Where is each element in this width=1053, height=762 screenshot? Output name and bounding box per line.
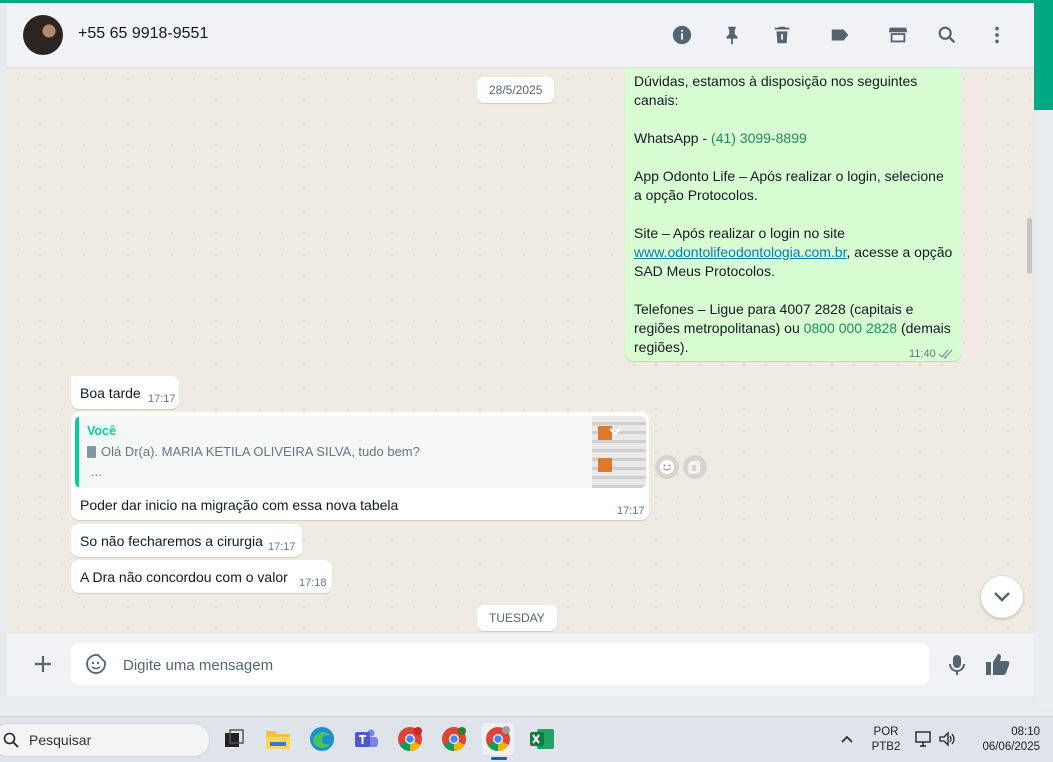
avatar[interactable] [23, 15, 63, 55]
attach-plus-icon[interactable] [31, 652, 55, 676]
search-icon [3, 732, 19, 748]
phone-link[interactable]: 0800 000 2828 [804, 320, 897, 336]
incoming-reply-message[interactable]: Você Olá Dr(a). MARIA KETILA OLIVEIRA SI… [71, 412, 649, 520]
phone-link[interactable]: (41) 3099-8899 [711, 130, 807, 146]
search-label: Pesquisar [29, 732, 92, 748]
forward-icon[interactable] [683, 455, 707, 479]
side-panel-edge [1034, 110, 1053, 710]
active-app-indicator [491, 757, 507, 760]
message-text: So não fecharemos a cirurgia [80, 533, 263, 549]
teams-icon[interactable] [350, 723, 382, 755]
chat-header: +55 65 9918-9551 [7, 3, 1034, 68]
chrome-icon[interactable] [438, 723, 470, 755]
message-list[interactable]: 28/5/2025 Dúvidas, estamos à disposição … [7, 68, 1034, 634]
taskbar-search[interactable]: Pesquisar [0, 723, 210, 757]
clock[interactable]: 08:10 06/06/2025 [968, 725, 1040, 755]
chevron-down-icon[interactable] [608, 424, 622, 440]
delete-icon[interactable] [770, 23, 794, 47]
message-text: A Dra não concordou com o valor [80, 569, 288, 585]
quote-bar [75, 416, 79, 488]
quote-author: Você [87, 424, 116, 438]
sticker-icon[interactable] [85, 653, 107, 675]
message-input-box[interactable] [71, 643, 929, 685]
contact-name[interactable]: +55 65 9918-9551 [78, 25, 208, 43]
document-icon [87, 445, 96, 458]
date-divider: 28/5/2025 [477, 77, 555, 103]
double-check-icon [938, 349, 953, 359]
side-accent-strip [1034, 3, 1053, 110]
message-time: 11:40 [909, 348, 936, 360]
search-icon[interactable] [935, 23, 959, 47]
message-text: Boa tarde [80, 385, 141, 401]
scroll-to-bottom-button[interactable] [981, 576, 1023, 618]
thumbs-up-icon[interactable] [985, 652, 1011, 681]
scrollbar-thumb[interactable] [1027, 218, 1032, 274]
whatsapp-chat-window: +55 65 9918-9551 28/5/2025 Dúvidas, esta… [7, 3, 1034, 696]
site-link[interactable]: www.odontolifeodontologia.com.br [634, 244, 846, 260]
date-divider: TUESDAY [477, 605, 557, 631]
task-view-icon[interactable] [218, 723, 250, 755]
menu-icon[interactable] [985, 23, 1009, 47]
message-time: 17:17 [148, 393, 176, 405]
quoted-message[interactable]: Você Olá Dr(a). MARIA KETILA OLIVEIRA SI… [75, 416, 646, 488]
message-text: Dúvidas, estamos à disposição nos seguin… [634, 73, 953, 355]
message-text: Poder dar inicio na migração com essa no… [80, 497, 399, 513]
message-time: 17:17 [268, 541, 296, 553]
outgoing-message[interactable]: Dúvidas, estamos à disposição nos seguin… [625, 68, 961, 361]
chevron-down-icon [994, 592, 1010, 602]
chrome-icon[interactable] [482, 723, 514, 755]
message-time: 17:18 [299, 577, 327, 589]
language-indicator[interactable]: POR PTB2 [868, 725, 904, 755]
excel-icon[interactable] [526, 723, 558, 755]
edge-icon[interactable] [306, 723, 338, 755]
incoming-message[interactable]: A Dra não concordou com o valor 17:18 [71, 560, 332, 593]
chat-scrollbar[interactable] [1025, 68, 1034, 634]
quote-text: Olá Dr(a). MARIA KETILA OLIVEIRA SILVA, … [87, 444, 420, 459]
volume-icon[interactable] [938, 730, 956, 753]
windows-taskbar: Pesquisar POR PTB2 08:10 06/06/2025 [0, 716, 1053, 762]
quote-ellipsis: ... [91, 464, 102, 479]
emoji-react-icon[interactable] [655, 455, 679, 479]
chevron-up-icon[interactable] [840, 731, 854, 749]
message-time: 17:17 [617, 505, 645, 517]
network-icon[interactable] [914, 730, 932, 753]
info-icon[interactable] [670, 23, 694, 47]
pin-icon[interactable] [720, 23, 744, 47]
message-input[interactable] [121, 654, 905, 676]
incoming-message[interactable]: Boa tarde 17:17 [71, 376, 179, 409]
incoming-message[interactable]: So não fecharemos a cirurgia 17:17 [71, 524, 302, 557]
chrome-icon[interactable] [394, 723, 426, 755]
file-explorer-icon[interactable] [262, 723, 294, 755]
microphone-icon[interactable] [947, 653, 967, 682]
label-icon[interactable] [828, 23, 852, 47]
composer-bar [7, 634, 1034, 696]
catalog-icon[interactable] [886, 23, 910, 47]
